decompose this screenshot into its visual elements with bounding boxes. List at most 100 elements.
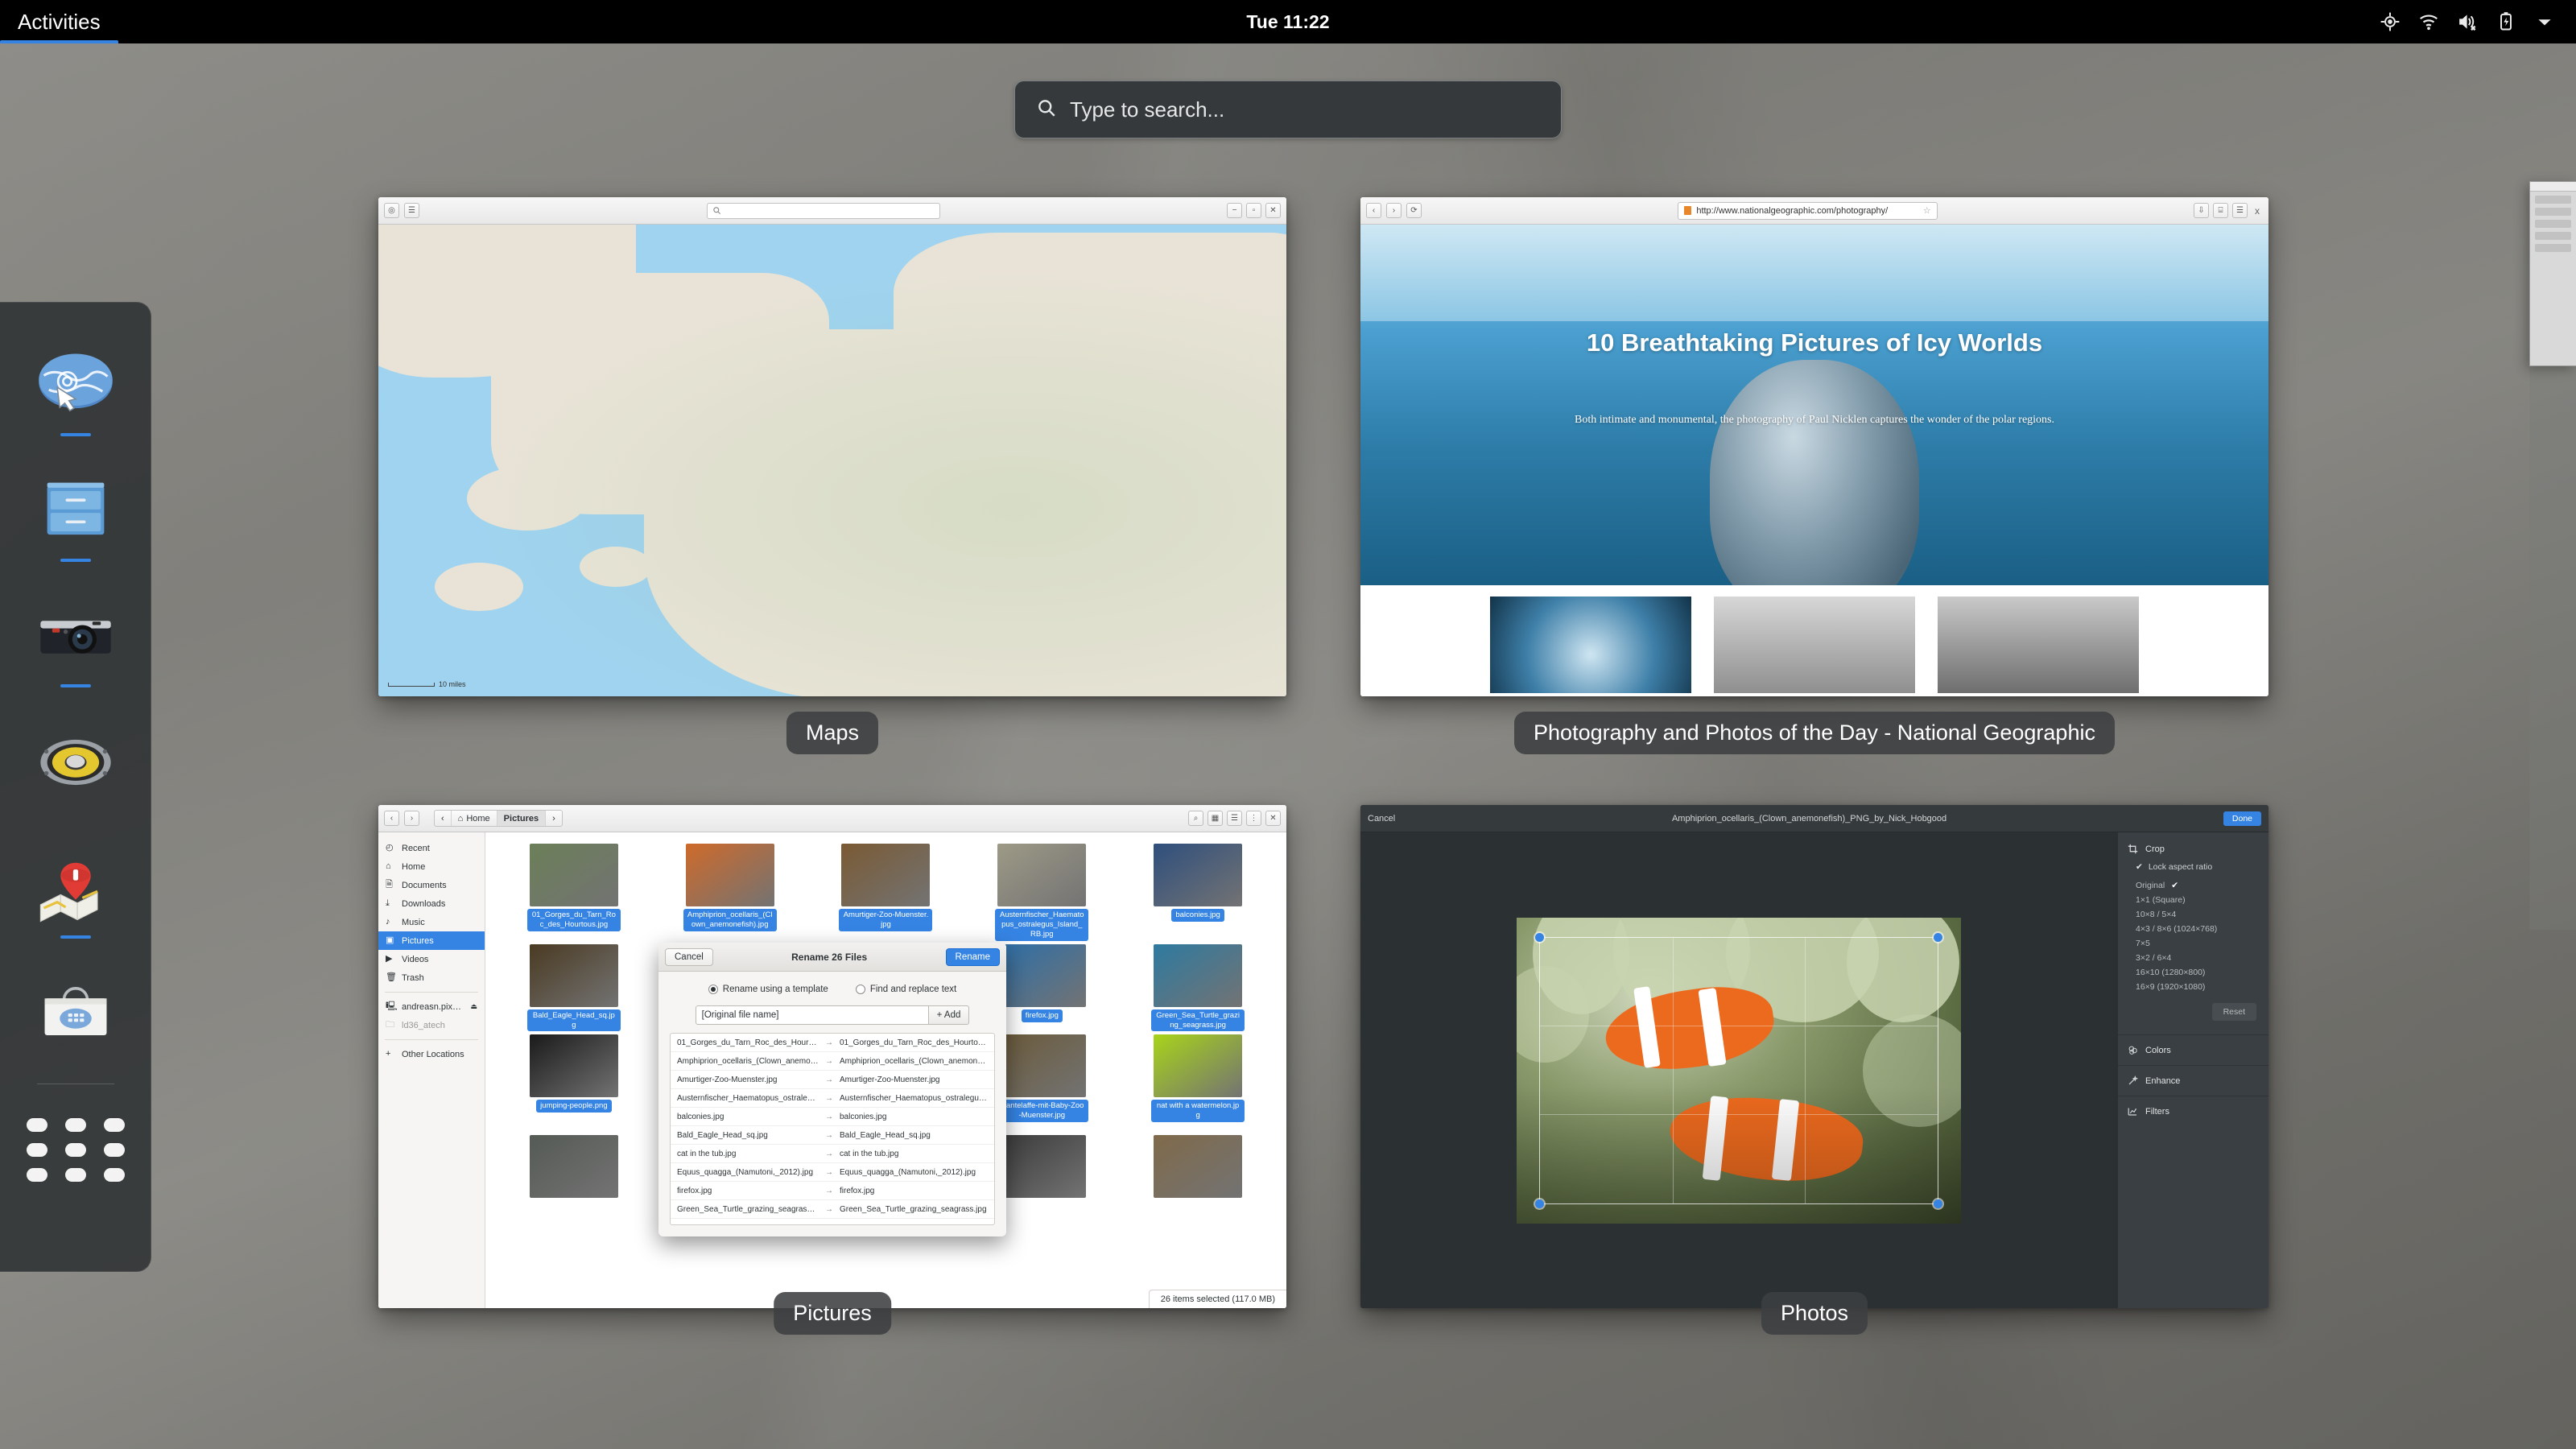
window-caption-web[interactable]: Photography and Photos of the Day - Nati… [1514, 712, 2115, 754]
back-icon[interactable]: ‹ [1366, 203, 1381, 218]
rename-dialog[interactable]: Cancel Rename 26 Files Rename Rename usi… [658, 943, 1006, 1236]
breadcrumb-scroll-right[interactable]: › [546, 811, 562, 826]
wifi-icon[interactable] [2418, 11, 2439, 32]
maps-canvas[interactable]: 10 miles [378, 225, 1286, 696]
location-target-icon[interactable]: ◎ [384, 203, 399, 218]
window-web-browser[interactable]: ‹ › ⟳ http://www.nationalgeographic.com/… [1360, 197, 2268, 696]
file-item[interactable]: 01_Gorges_du_Tarn_Roc_des_Hourtous.jpg [497, 844, 651, 941]
file-item[interactable]: Amphiprion_ocellaris_(Clown_anemonefish)… [653, 844, 807, 941]
file-item[interactable]: Green_Sea_Turtle_grazing_seagrass.jpg [1121, 943, 1275, 1032]
search-icon[interactable]: ⌕ [1188, 811, 1203, 826]
reload-icon[interactable]: ⟳ [1406, 203, 1422, 218]
location-icon[interactable] [2380, 11, 2401, 32]
window-caption-files[interactable]: Pictures [774, 1292, 891, 1335]
cancel-button[interactable]: Cancel [665, 947, 713, 966]
add-tag-button[interactable]: + Add [928, 1005, 970, 1025]
file-item[interactable]: Austernfischer_Haematopus_ostralegus_Isl… [964, 844, 1119, 941]
done-button[interactable]: Done [2223, 811, 2261, 826]
file-item[interactable]: Amurtiger-Zoo-Muenster.jpg [809, 844, 964, 941]
aspect-ratio-option[interactable]: 16×9 (1920×1080) [2118, 980, 2268, 994]
filters-section[interactable]: Filters [2118, 1100, 2268, 1123]
sidebar-item-home[interactable]: ⌂ Home [378, 857, 485, 876]
forward-icon[interactable]: › [1386, 203, 1402, 218]
dash-item-web-browser[interactable] [23, 325, 128, 446]
article-thumbnail[interactable] [1490, 597, 1691, 693]
bookmarks-icon[interactable]: ⌸ [2212, 203, 2228, 218]
dash-item-music[interactable] [23, 702, 128, 823]
activities-button[interactable]: Activities [0, 0, 118, 43]
breadcrumb-scroll-left[interactable]: ‹ [435, 811, 452, 826]
menu-icon[interactable]: ⋮ [1246, 811, 1261, 826]
sidebar-item-pictures[interactable]: ▣ Pictures [378, 931, 485, 950]
sidebar-item-videos[interactable]: ▶ Videos [378, 950, 485, 968]
battery-charging-icon[interactable] [2496, 11, 2516, 32]
workspace-preview-thumbnail[interactable] [2529, 181, 2576, 366]
window-maps[interactable]: ◎ ☰ − ▫ ✕ 10 miles [378, 197, 1286, 696]
close-button[interactable]: ✕ [1265, 203, 1281, 218]
breadcrumb-item-home[interactable]: ⌂ Home [452, 811, 497, 826]
layers-icon[interactable]: ☰ [404, 203, 419, 218]
aspect-ratio-option[interactable]: 7×5 [2118, 936, 2268, 951]
file-item[interactable]: balconies.jpg [1121, 844, 1275, 941]
radio-find-replace[interactable]: Find and replace text [855, 985, 956, 994]
cancel-button[interactable]: Cancel [1368, 814, 1395, 824]
sidebar-item-trash[interactable]: 🗑 Trash [378, 968, 485, 987]
crop-handle-bottom-left[interactable] [1535, 1199, 1544, 1208]
photo-canvas[interactable] [1360, 832, 2117, 1308]
minimize-button[interactable]: − [1227, 203, 1242, 218]
volume-muted-icon[interactable] [2457, 11, 2478, 32]
search-input[interactable]: Type to search... [1014, 80, 1562, 138]
crop-handle-top-right[interactable] [1934, 932, 1942, 942]
sidebar-item-ld36-atech[interactable]: 🗀 ld36_atech [378, 1016, 485, 1034]
back-icon[interactable]: ‹ [384, 811, 399, 826]
sidebar-item-andreasn-pixel[interactable]: 🖳 andreasn.pixel... ⏏ [378, 997, 485, 1016]
workspace-strip[interactable] [2529, 366, 2576, 930]
rename-template-input[interactable]: [Original file name] [695, 1005, 929, 1025]
colors-section[interactable]: Colors [2118, 1038, 2268, 1062]
window-caption-photos[interactable]: Photos [1761, 1292, 1868, 1335]
dash-item-photos[interactable] [23, 576, 128, 697]
chevron-down-icon[interactable] [2534, 11, 2555, 32]
aspect-ratio-option[interactable]: 10×8 / 5×4 [2118, 907, 2268, 922]
file-item[interactable] [1121, 1135, 1275, 1198]
crop-handle-bottom-right[interactable] [1934, 1199, 1942, 1208]
sidebar-item-downloads[interactable]: ⤓ Downloads [378, 894, 485, 913]
crop-handle-top-left[interactable] [1535, 932, 1544, 942]
system-status-area[interactable] [2380, 11, 2576, 32]
sidebar-item-other-locations[interactable]: + Other Locations [378, 1045, 485, 1063]
show-applications-button[interactable] [23, 1097, 128, 1202]
aspect-ratio-option[interactable]: Original ✔ [2118, 878, 2268, 893]
radio-rename-template[interactable]: Rename using a template [708, 985, 828, 994]
article-thumbnail[interactable] [1714, 597, 1915, 693]
dash-item-files[interactable] [23, 451, 128, 572]
crop-section-header[interactable]: Crop [2118, 837, 2268, 861]
aspect-ratio-option[interactable]: 1×1 (Square) [2118, 893, 2268, 907]
menu-icon[interactable]: ☰ [2231, 203, 2248, 218]
star-icon[interactable]: ☆ [1923, 205, 1931, 216]
downloads-icon[interactable]: ⇩ [2193, 203, 2209, 218]
article-thumbnail[interactable] [1938, 597, 2139, 693]
rename-button[interactable]: Rename [945, 947, 1000, 966]
file-item[interactable]: nat with a watermelon.jpg [1121, 1034, 1275, 1132]
file-item[interactable]: jumping-people.png [497, 1034, 651, 1132]
eject-icon[interactable]: ⏏ [470, 1002, 477, 1011]
sidebar-item-music[interactable]: ♪ Music [378, 913, 485, 931]
reset-button[interactable]: Reset [2211, 1002, 2257, 1022]
sidebar-item-documents[interactable]: 🗎 Documents [378, 876, 485, 894]
breadcrumb-item-pictures[interactable]: Pictures [497, 811, 547, 826]
url-input[interactable]: http://www.nationalgeographic.com/photog… [1678, 201, 1938, 220]
list-view-icon[interactable]: ☰ [1227, 811, 1242, 826]
forward-icon[interactable]: › [404, 811, 419, 826]
aspect-ratio-option[interactable]: 16×10 (1280×800) [2118, 965, 2268, 980]
aspect-ratio-option[interactable]: 4×3 / 8×6 (1024×768) [2118, 922, 2268, 936]
dash-item-software[interactable] [23, 953, 128, 1074]
file-item[interactable] [497, 1135, 651, 1198]
window-files[interactable]: ‹ › ‹ ⌂ Home Pictures › ⌕ ▦ ☰ ⋮ ✕ ◴ Recen… [378, 805, 1286, 1308]
clock[interactable]: Tue 11:22 [1246, 11, 1329, 33]
close-button[interactable]: ✕ [1265, 811, 1281, 826]
dash-item-maps[interactable] [23, 828, 128, 948]
rename-preview-list[interactable]: 01_Gorges_du_Tarn_Roc_des_Hourtous.j... →… [670, 1033, 995, 1225]
file-item[interactable]: Bald_Eagle_Head_sq.jpg [497, 943, 651, 1032]
close-button[interactable]: x [2252, 205, 2263, 217]
enhance-section[interactable]: Enhance [2118, 1069, 2268, 1092]
